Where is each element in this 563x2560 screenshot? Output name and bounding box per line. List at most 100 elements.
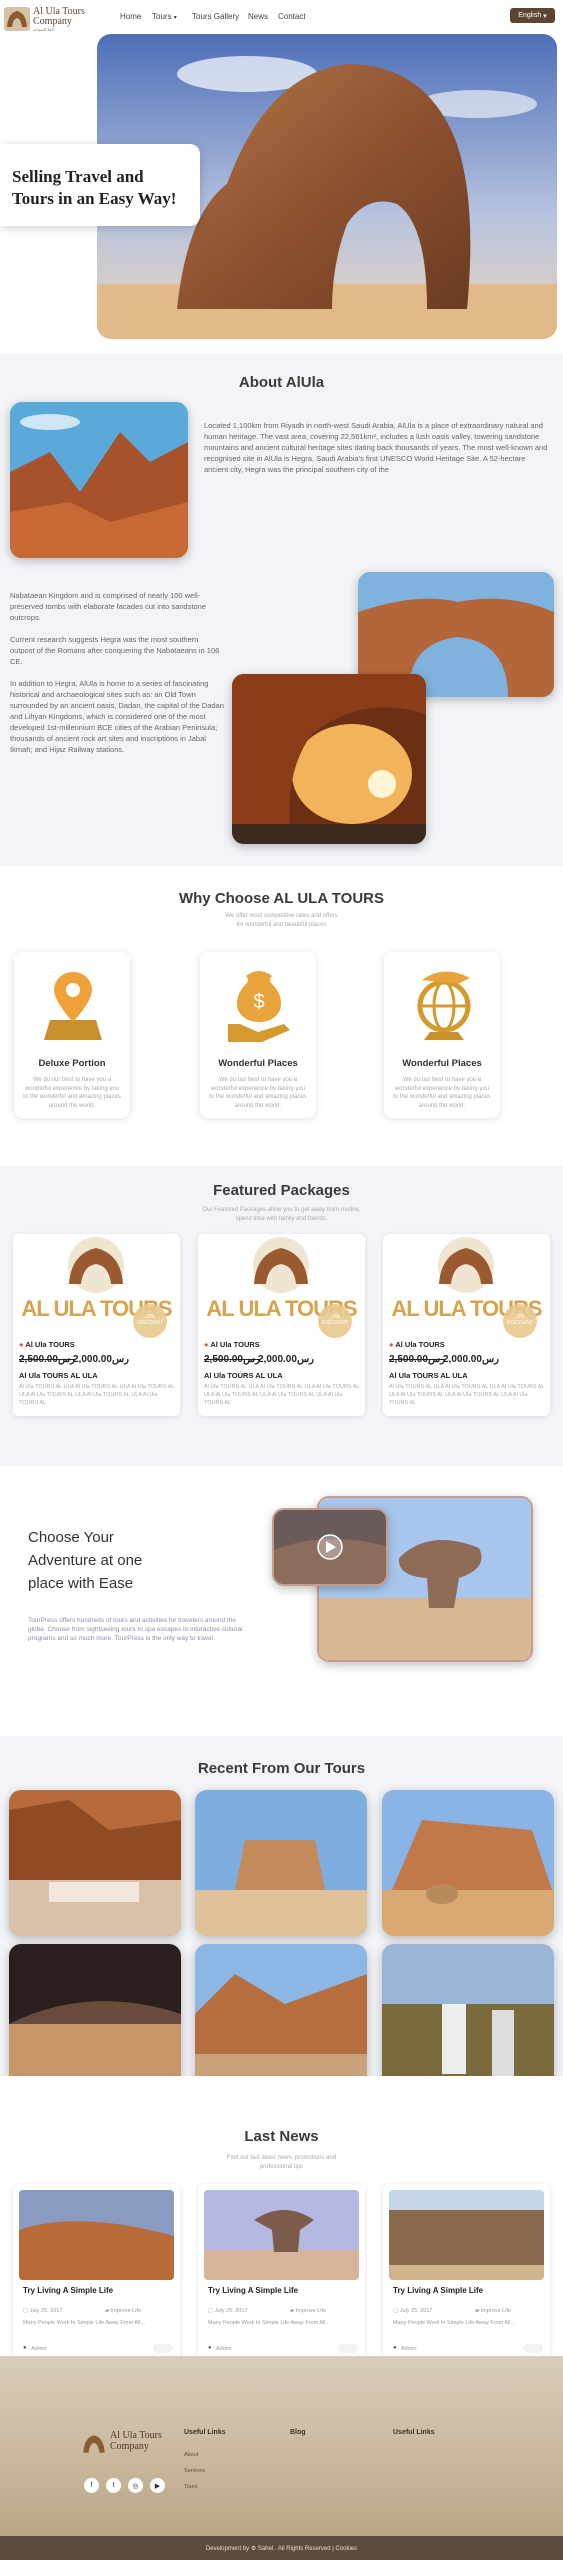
news-excerpt: Many People Work In Simple Life Away Fro… <box>208 2320 331 2326</box>
footer-link-tours[interactable]: Tours <box>184 2484 197 2490</box>
news-card-3[interactable]: Try Living A Simple Life ▢ July 25, 2017… <box>383 2184 550 2369</box>
news-category-text: Improve Life <box>480 2308 512 2314</box>
why-card-2-title: Wonderful Places <box>218 1058 298 1069</box>
package-card-2[interactable]: AL ULA TOURS 10% DISCOUNT ● Al Ula TOURS … <box>198 1234 365 1416</box>
package-location: ● Al Ula TOURS <box>389 1340 445 1349</box>
facebook-icon[interactable]: f <box>84 2478 99 2493</box>
instagram-icon[interactable]: ◎ <box>128 2478 143 2493</box>
footer-col-2-title: Blog <box>290 2429 306 2436</box>
news-card-1[interactable]: Try Living A Simple Life ▢ July 25, 2017… <box>13 2184 180 2369</box>
choose-desc: TourPress offers hundreds of tours and a… <box>28 1617 243 1642</box>
package-card-3[interactable]: AL ULA TOURS 10% DISCOUNT ● Al Ula TOURS … <box>383 1234 550 1416</box>
read-more-button[interactable] <box>523 2344 543 2353</box>
news-category[interactable]: ▰ Improve Life <box>105 2308 141 2314</box>
nav-contact[interactable]: Contact <box>278 12 306 21</box>
tour-photo-2[interactable] <box>195 1790 367 1936</box>
hero-section: Selling Travel and Tours in an Easy Way! <box>0 34 563 354</box>
discount-badge: 10% DISCOUNT <box>503 1304 537 1338</box>
nav-tours[interactable]: Tours ▾ <box>152 12 177 21</box>
youtube-icon[interactable]: ▶ <box>150 2478 165 2493</box>
svg-text:$: $ <box>253 991 264 1013</box>
twitter-icon[interactable]: t <box>106 2478 121 2493</box>
calendar-icon: ▢ <box>208 2308 214 2314</box>
chevron-down-icon: ▾ <box>543 12 547 20</box>
news-title[interactable]: Try Living A Simple Life <box>23 2286 113 2295</box>
about-title: About AlUla <box>238 374 325 391</box>
news-subtitle-2: professional tips <box>259 2164 304 2170</box>
money-hand-icon: $ <box>228 971 290 1042</box>
package-card-3-image: AL ULA TOURS 10% DISCOUNT <box>383 1234 550 1338</box>
package-name[interactable]: Al Ula TOURS AL ULA <box>204 1371 283 1380</box>
package-location-text: Al Ula TOURS <box>210 1340 260 1349</box>
featured-subtitle-1: Our Featured Packages allow you to get a… <box>202 1207 361 1213</box>
news-author: Admin <box>216 2346 232 2352</box>
about-paragraph-3: Current research suggests Hegra was the … <box>10 635 220 666</box>
news-category[interactable]: ▰ Improve Life <box>290 2308 326 2314</box>
why-card-2-desc: We do our best to have you a wonderful e… <box>209 1077 307 1109</box>
news-category[interactable]: ▰ Improve Life <box>475 2308 511 2314</box>
news-date: ▢ July 25, 2017 <box>208 2308 247 2314</box>
footer-link-about[interactable]: About <box>184 2452 198 2458</box>
package-card-1[interactable]: AL ULA TOURS 10% DISCOUNT ● Al Ula TOURS … <box>13 1234 180 1416</box>
tour-photo-3[interactable] <box>382 1790 554 1936</box>
logo-arch-icon <box>83 2435 105 2453</box>
package-name[interactable]: Al Ula TOURS AL ULA <box>389 1371 468 1380</box>
news-excerpt: Many People Work In Simple Life Away Fro… <box>393 2320 516 2326</box>
footer-col-1-title: Useful Links <box>184 2429 226 2436</box>
package-card-2-image: AL ULA TOURS 10% DISCOUNT <box>198 1234 365 1338</box>
nav-home[interactable]: Home <box>120 12 141 21</box>
package-old-price: 2,500.00رس <box>204 1354 260 1365</box>
tour-photo-1[interactable] <box>9 1790 181 1936</box>
company-logo[interactable]: Al Ula Tours Company العلا للسياحة <box>4 6 94 32</box>
news-title[interactable]: Try Living A Simple Life <box>393 2286 483 2295</box>
language-button[interactable]: English ▾ <box>510 8 555 23</box>
discount-badge-label: DISCOUNT <box>136 1320 164 1326</box>
hero-title: Selling Travel and Tours in an Easy Way! <box>12 166 200 210</box>
user-icon: ● <box>208 2345 212 2351</box>
globe-plane-icon <box>417 971 471 1040</box>
tour-photo-6[interactable] <box>382 1944 554 2090</box>
tour-photo-5[interactable] <box>195 1944 367 2090</box>
nav-tours-gallery[interactable]: Tours Gallery <box>192 12 239 21</box>
package-logo-arch-icon <box>68 1237 124 1293</box>
footer-link-services[interactable]: Services <box>184 2468 205 2474</box>
news-excerpt: Many People Work In Simple Life Away Fro… <box>23 2320 146 2326</box>
package-new-price: 2,000.00رس <box>443 1354 499 1365</box>
news-title: Last News <box>244 2128 319 2145</box>
news-card-2[interactable]: Try Living A Simple Life ▢ July 25, 2017… <box>198 2184 365 2369</box>
about-paragraph-1: Located 1,100km from Riyadh in north-wes… <box>204 421 548 474</box>
news-title[interactable]: Try Living A Simple Life <box>208 2286 298 2295</box>
package-location-text: Al Ula TOURS <box>25 1340 75 1349</box>
video-thumbnail[interactable] <box>272 1508 388 1586</box>
why-card-3: Wonderful Places We do our best to have … <box>384 952 500 1118</box>
discount-badge-label: DISCOUNT <box>506 1320 534 1326</box>
featured-subtitle-2: spend time with family and friends. <box>235 1216 328 1222</box>
user-icon: ● <box>393 2345 397 2351</box>
footer-logo-text: Al Ula Tours Company <box>110 2430 162 2452</box>
why-card-1: Deluxe Portion We do our best to have yo… <box>14 952 130 1118</box>
read-more-button[interactable] <box>153 2344 173 2353</box>
nav-news[interactable]: News <box>248 12 268 21</box>
about-paragraph-4: In addition to Hegra, AlUla is home to a… <box>10 679 224 754</box>
folder-icon: ▰ <box>105 2308 110 2314</box>
package-new-price: 2,000.00رس <box>73 1354 129 1365</box>
why-card-1-title: Deluxe Portion <box>38 1058 106 1069</box>
why-card-2: $ Wonderful Places We do our best to hav… <box>200 952 316 1118</box>
package-logo-arch-icon <box>253 1237 309 1293</box>
package-location: ● Al Ula TOURS <box>204 1340 260 1349</box>
choose-title-line3: place with Ease <box>28 1575 134 1592</box>
logo-arch-icon <box>4 7 30 31</box>
package-name[interactable]: Al Ula TOURS AL ULA <box>19 1371 98 1380</box>
news-card-3-image <box>389 2190 544 2280</box>
footer-logo[interactable]: Al Ula Tours Company <box>80 2428 175 2464</box>
chevron-down-icon: ▾ <box>173 15 177 21</box>
about-image-sunset-arch <box>232 674 426 844</box>
news-author: Admin <box>31 2346 47 2352</box>
package-logo-arch-icon <box>438 1237 494 1293</box>
logo-text: Al Ula Tours Company <box>33 6 85 27</box>
read-more-button[interactable] <box>338 2344 358 2353</box>
tour-photo-4[interactable] <box>9 1944 181 2090</box>
package-new-price: 2,000.00رس <box>258 1354 314 1365</box>
user-icon: ● <box>23 2345 27 2351</box>
package-desc: Al Ula TOURS AL ULA Al Ula TOURS AL ULA … <box>19 1384 175 1406</box>
